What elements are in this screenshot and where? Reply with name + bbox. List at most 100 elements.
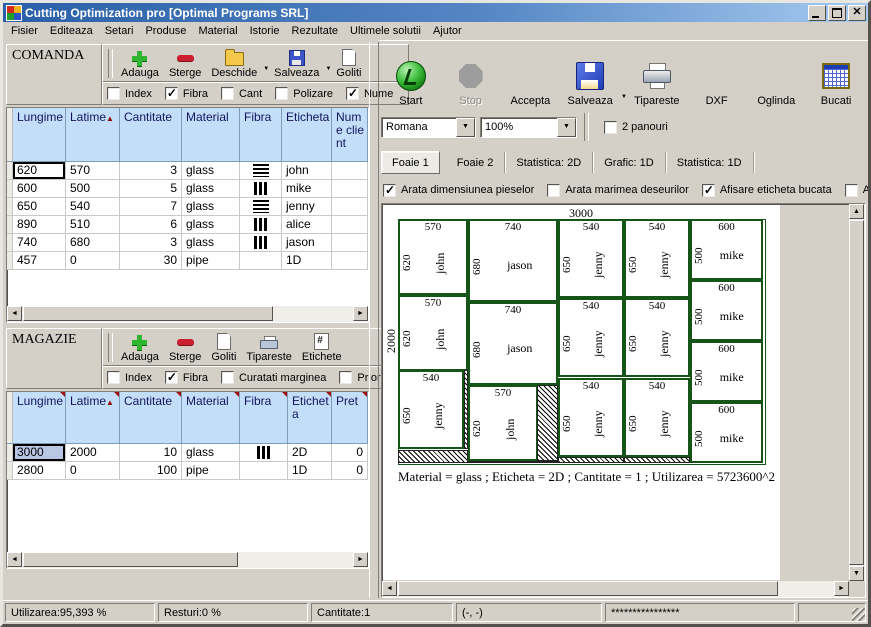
piece-john[interactable]: 570620john bbox=[398, 295, 468, 371]
table-cell[interactable]: 3 bbox=[120, 162, 182, 180]
piece-john[interactable]: 570620john bbox=[398, 219, 468, 295]
table-cell[interactable]: 5 bbox=[120, 180, 182, 198]
scroll-track[interactable] bbox=[778, 581, 834, 597]
table-cell[interactable] bbox=[240, 162, 282, 180]
table-cell[interactable] bbox=[240, 252, 282, 270]
panel-splitter[interactable] bbox=[369, 42, 379, 598]
tab-statistica-1d[interactable]: Statistica: 1D bbox=[666, 152, 754, 173]
table-cell[interactable]: 7 bbox=[120, 198, 182, 216]
table-cell[interactable]: pipe bbox=[182, 462, 240, 480]
sterge-button[interactable]: Sterge bbox=[164, 331, 206, 364]
scroll-right-icon[interactable]: ► bbox=[353, 552, 368, 567]
piece-jenny[interactable]: 540650jenny bbox=[558, 219, 624, 298]
checkbox-icon[interactable] bbox=[383, 184, 396, 197]
two-panels-checkbox[interactable]: 2 panouri bbox=[604, 121, 668, 134]
cant-checkbox[interactable]: Cant bbox=[221, 87, 262, 100]
tab-foaie-1[interactable]: Foaie 1 bbox=[381, 151, 440, 174]
table-cell[interactable]: 1D bbox=[288, 462, 332, 480]
column-header-material[interactable]: Material bbox=[182, 108, 240, 162]
column-header-latime[interactable]: Latime▲ bbox=[66, 392, 120, 444]
language-combo[interactable]: Romana ▼ bbox=[381, 117, 476, 138]
table-cell[interactable]: jason bbox=[282, 234, 332, 252]
fibra-checkbox[interactable]: Fibra bbox=[165, 371, 208, 384]
dxf-button[interactable]: DXF bbox=[687, 46, 747, 108]
column-header-lungime[interactable]: Lungime bbox=[13, 108, 66, 162]
sterge-button[interactable]: Sterge bbox=[164, 47, 206, 80]
menu-item-rezultate[interactable]: Rezultate bbox=[286, 23, 344, 39]
scroll-down-icon[interactable]: ▼ bbox=[849, 566, 864, 581]
table-cell[interactable]: 2800 bbox=[13, 462, 66, 480]
menu-item-material[interactable]: Material bbox=[192, 23, 243, 39]
checkbox-icon[interactable] bbox=[346, 87, 359, 100]
table-cell[interactable]: 500 bbox=[66, 180, 120, 198]
oglinda-button[interactable]: Oglinda bbox=[746, 46, 806, 108]
diagram-vertical-scrollbar[interactable]: ▲▼ bbox=[849, 204, 865, 581]
piece-jason[interactable]: 740680jason bbox=[468, 302, 558, 385]
table-cell[interactable] bbox=[332, 162, 368, 180]
tipareste-button[interactable]: Tipareste bbox=[241, 331, 296, 364]
resize-grip-icon[interactable] bbox=[852, 608, 865, 621]
scroll-left-icon[interactable]: ◄ bbox=[7, 552, 22, 567]
table-cell[interactable]: mike bbox=[282, 180, 332, 198]
scrollbar-thumb[interactable] bbox=[849, 220, 864, 565]
tab-grafic-1d[interactable]: Grafic: 1D bbox=[593, 152, 666, 173]
column-header-fibra[interactable]: Fibra bbox=[240, 108, 282, 162]
table-cell[interactable]: 680 bbox=[66, 234, 120, 252]
close-button[interactable]: ✕ bbox=[848, 5, 866, 21]
polizare-checkbox[interactable]: Polizare bbox=[275, 87, 333, 100]
goliti-button[interactable]: Goliti bbox=[206, 331, 241, 364]
table-cell[interactable]: 10 bbox=[120, 444, 182, 462]
bucati-button[interactable]: Bucati bbox=[806, 46, 866, 108]
index-checkbox[interactable]: Index bbox=[107, 371, 152, 384]
table-cell[interactable]: 0 bbox=[66, 462, 120, 480]
checkbox-icon[interactable] bbox=[165, 371, 178, 384]
scrollbar-thumb[interactable] bbox=[23, 306, 273, 321]
zoom-combo[interactable]: 100% ▼ bbox=[480, 117, 577, 138]
table-cell[interactable] bbox=[240, 444, 288, 462]
piece-jenny[interactable]: 540650jenny bbox=[624, 298, 690, 377]
menu-item-fisier[interactable]: Fisier bbox=[5, 23, 44, 39]
chevron-down-icon[interactable]: ▼ bbox=[456, 118, 475, 137]
column-header-material[interactable]: Material bbox=[182, 392, 240, 444]
table-cell[interactable] bbox=[240, 198, 282, 216]
piece-mike[interactable]: 600500mike bbox=[690, 341, 763, 402]
piece-mike[interactable]: 600500mike bbox=[690, 402, 763, 463]
tab-statistica-2d[interactable]: Statistica: 2D bbox=[505, 152, 593, 173]
comanda-horizontal-scrollbar[interactable]: ◄► bbox=[7, 306, 368, 322]
checkbox-icon[interactable] bbox=[221, 87, 234, 100]
table-cell[interactable] bbox=[332, 180, 368, 198]
piece-mike[interactable]: 600500mike bbox=[690, 280, 763, 341]
salveaza-button[interactable]: Salveaza bbox=[269, 47, 324, 80]
start-button[interactable]: Start bbox=[381, 46, 441, 108]
column-header-fibra[interactable]: Fibra bbox=[240, 392, 288, 444]
menu-item-istorie[interactable]: Istorie bbox=[244, 23, 286, 39]
table-cell[interactable]: 457 bbox=[13, 252, 66, 270]
deschide-button[interactable]: Deschide bbox=[206, 47, 262, 80]
salveaza-button[interactable]: Salveaza bbox=[560, 46, 620, 108]
scroll-left-icon[interactable]: ◄ bbox=[7, 306, 22, 321]
afisare-eticheta-bucata-checkbox[interactable]: Afisare eticheta bucata bbox=[702, 184, 832, 197]
column-header-eticheta[interactable]: Eticheta bbox=[282, 108, 332, 162]
table-cell[interactable] bbox=[240, 180, 282, 198]
table-cell[interactable]: glass bbox=[182, 180, 240, 198]
maximize-button[interactable] bbox=[828, 5, 846, 21]
scroll-up-icon[interactable]: ▲ bbox=[849, 204, 864, 219]
goliti-button[interactable]: Goliti bbox=[331, 47, 366, 80]
table-cell[interactable] bbox=[332, 216, 368, 234]
piece-jenny[interactable]: 540650jenny bbox=[624, 378, 690, 457]
column-header-cantitate[interactable]: Cantitate bbox=[120, 392, 182, 444]
column-header-pret[interactable]: Pret bbox=[332, 392, 368, 444]
arata-dimensiunea-pieselor-checkbox[interactable]: Arata dimensiunea pieselor bbox=[383, 184, 534, 197]
table-cell[interactable] bbox=[332, 234, 368, 252]
table-cell[interactable]: glass bbox=[182, 198, 240, 216]
column-header-eticheta[interactable]: Eticheta bbox=[288, 392, 332, 444]
adauga-button[interactable]: Adauga bbox=[116, 47, 164, 80]
table-cell[interactable]: 650 bbox=[13, 198, 66, 216]
table-cell[interactable]: glass bbox=[182, 162, 240, 180]
table-cell[interactable]: 30 bbox=[120, 252, 182, 270]
table-cell[interactable]: john bbox=[282, 162, 332, 180]
checkbox-icon[interactable] bbox=[221, 371, 234, 384]
magazie-horizontal-scrollbar[interactable]: ◄► bbox=[7, 552, 368, 568]
arata-checkbox[interactable]: Arata bbox=[845, 184, 868, 197]
table-cell[interactable]: glass bbox=[182, 216, 240, 234]
